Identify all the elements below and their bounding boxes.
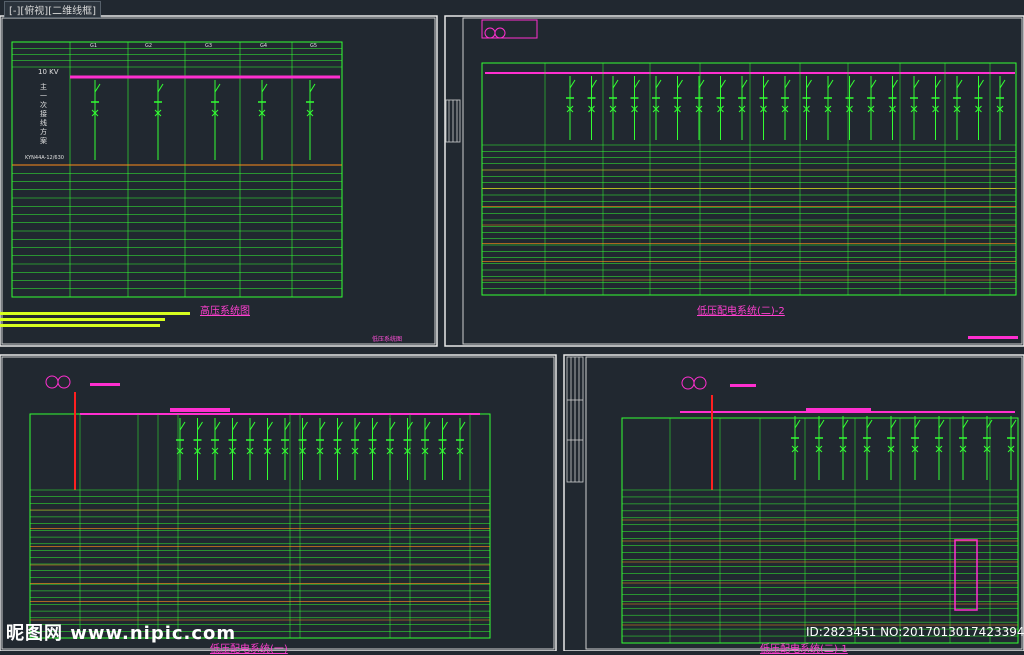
hv-cabinet-model: KYN44A-12/630 [25, 155, 64, 161]
hv-system-panel[interactable] [0, 41, 343, 327]
lv-system-2-2-title: 低压配电系统(二)-2 [697, 306, 785, 317]
lv22-feeder-17 [931, 76, 941, 140]
lv22-feeder-20 [996, 76, 1006, 140]
lv1-feeder-16 [456, 418, 466, 480]
lv21-feeder-1 [815, 416, 825, 480]
lv22-feeder-15 [888, 76, 898, 140]
lv22-feeder-12 [824, 76, 834, 140]
lv1-feeder-4 [246, 418, 256, 480]
lv22-feeder-7 [716, 76, 726, 140]
hv-feeder-3 [258, 80, 268, 160]
lv1-feeder-0 [176, 418, 186, 480]
lv1-feeder-15 [438, 418, 448, 480]
lv1-feeder-8 [316, 418, 326, 480]
lv22-feeder-3 [630, 76, 640, 140]
lv-system-2-1-title: 低压配电系统(二)-1 [760, 644, 848, 655]
hv-feeder-1 [154, 80, 164, 160]
lv1-feeder-3 [228, 418, 238, 480]
lv1-feeder-6 [281, 418, 291, 480]
lv22-feeder-11 [802, 76, 812, 140]
lv1-feeder-1 [193, 418, 203, 480]
lv22-feeder-18 [953, 76, 963, 140]
lv1-feeder-14 [421, 418, 431, 480]
hv-system-title: 高压系统图 [200, 306, 250, 317]
lv-small-caption: 低压系统图 [372, 336, 403, 343]
watermark-logo: 昵图网 www.nipic.com [6, 623, 237, 644]
hv-feeder-2 [211, 80, 221, 160]
lv22-feeder-0 [566, 76, 576, 140]
lv21-feeder-6 [935, 416, 945, 480]
lv21-feeder-5 [911, 416, 921, 480]
lv22-feeder-5 [673, 76, 683, 140]
lv22-feeder-9 [759, 76, 769, 140]
lv1-feeder-13 [403, 418, 413, 480]
lv22-feeder-1 [587, 76, 597, 140]
lv21-feeder-9 [1007, 416, 1017, 480]
lv22-feeder-16 [910, 76, 920, 140]
lv21-feeder-8 [983, 416, 993, 480]
lv1-feeder-10 [351, 418, 361, 480]
drawing-frames [0, 15, 1024, 651]
lv21-feeder-2 [839, 416, 849, 480]
lv22-feeder-8 [738, 76, 748, 140]
lv22-feeder-14 [867, 76, 877, 140]
hv-panel-code-g1: G1 [90, 43, 98, 49]
hv-panel-code-g5: G5 [310, 43, 318, 49]
lv21-feeder-4 [887, 416, 897, 480]
lv-system-1-panel[interactable] [29, 375, 491, 639]
lv21-feeder-0 [791, 416, 801, 480]
hv-voltage-label: 10 KV [38, 68, 59, 76]
lv1-feeder-9 [333, 418, 343, 480]
cad-drawing-canvas[interactable] [0, 0, 1024, 651]
lv1-feeder-2 [211, 418, 221, 480]
viewport-controls-tab[interactable]: [-][俯视][二维线框] [4, 1, 102, 18]
lv21-feeder-3 [863, 416, 873, 480]
hv-panel-code-g2: G2 [145, 43, 153, 49]
hv-feeder-0 [91, 80, 101, 160]
lv22-feeder-6 [695, 76, 705, 140]
lv-system-2-1-panel[interactable] [621, 376, 1019, 644]
lv1-feeder-11 [368, 418, 378, 480]
hv-panel-code-g4: G4 [260, 43, 268, 49]
lv22-feeder-4 [652, 76, 662, 140]
lv22-feeder-10 [781, 76, 791, 140]
lv1-feeder-12 [386, 418, 396, 480]
lv-system-2-2-panel[interactable] [481, 19, 1018, 339]
hv-main-label: 主一次接线方案 [40, 83, 47, 145]
hv-feeder-4 [306, 80, 316, 160]
lv1-feeder-5 [263, 418, 273, 480]
image-id-text: ID:2823451 NO:20170130174233945000 [806, 625, 1024, 639]
lv22-feeder-19 [974, 76, 984, 140]
lv22-feeder-13 [845, 76, 855, 140]
lv21-feeder-7 [959, 416, 969, 480]
drawing-inner-frames [1, 17, 1023, 650]
hv-panel-code-g3: G3 [205, 43, 213, 49]
lv22-feeder-2 [609, 76, 619, 140]
